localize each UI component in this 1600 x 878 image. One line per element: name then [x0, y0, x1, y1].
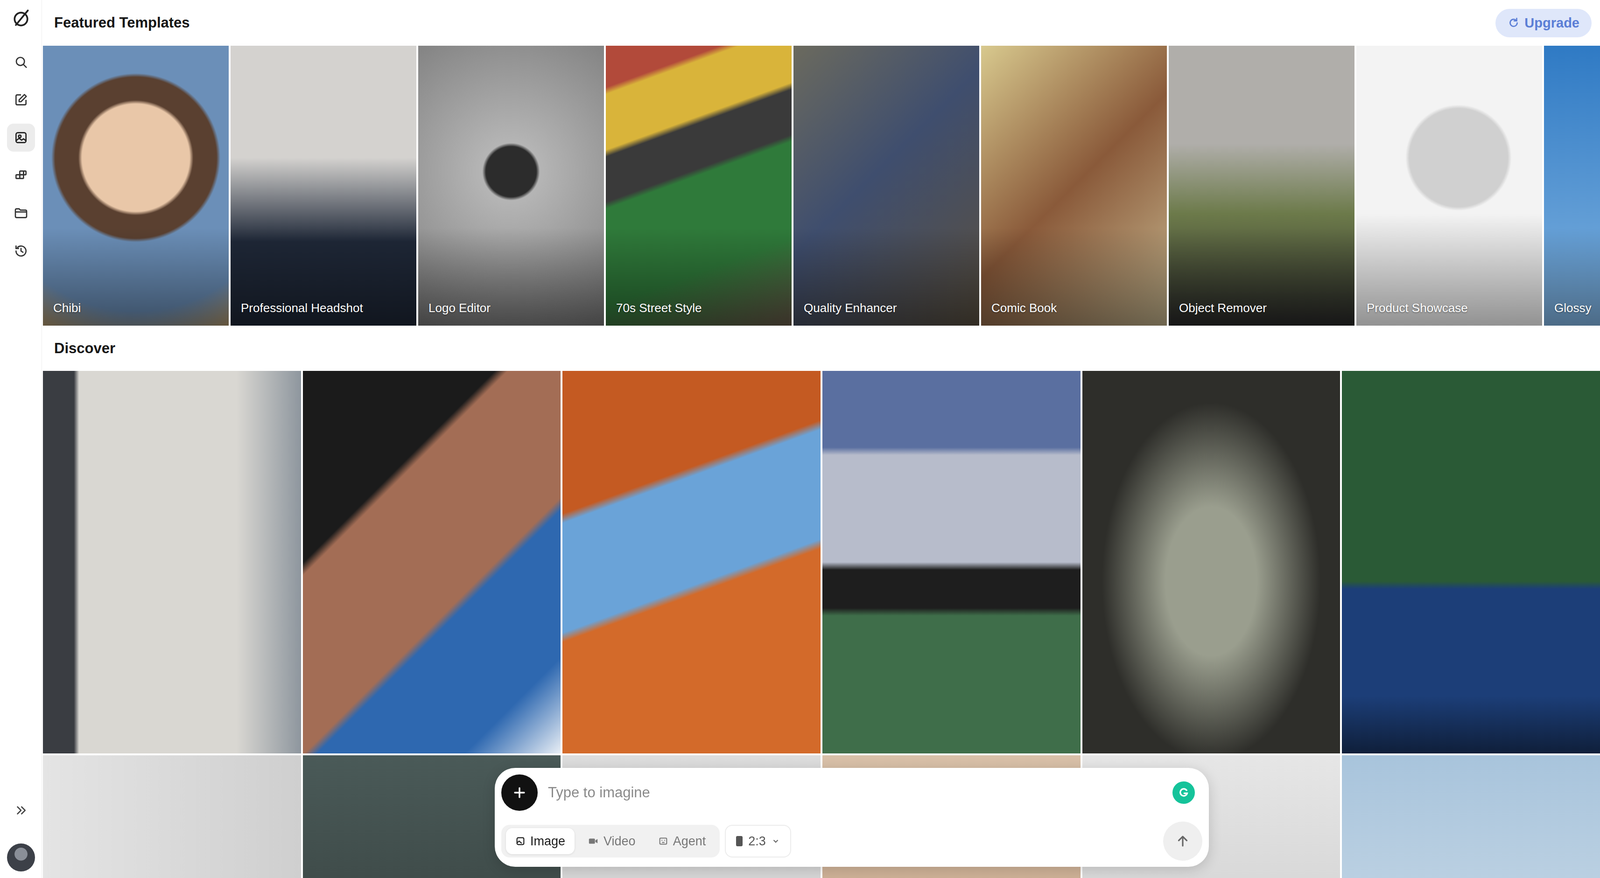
prompt-input[interactable] — [547, 784, 1164, 802]
prompt-bar: Image Video Agent 2:3 — [494, 768, 1209, 868]
mode-tab[interactable]: Video — [578, 828, 646, 855]
image-icon — [515, 836, 526, 847]
sidebar-item[interactable] — [7, 123, 36, 152]
apps-icon — [13, 168, 29, 183]
template-card[interactable]: 70s Street Style — [605, 45, 792, 326]
template-card[interactable]: Glossy — [1543, 45, 1600, 326]
template-label: Product Showcase — [1366, 301, 1468, 316]
template-label: Chibi — [53, 301, 81, 316]
template-card[interactable]: Product Showcase — [1356, 45, 1543, 326]
template-label: Glossy — [1554, 301, 1592, 316]
agent-icon — [658, 836, 669, 847]
send-button[interactable] — [1163, 821, 1203, 862]
plus-icon — [511, 785, 528, 801]
video-icon — [587, 836, 599, 847]
mode-tab[interactable]: Image — [505, 828, 575, 855]
discover-tile[interactable] — [1341, 371, 1600, 754]
template-card[interactable]: Chibi — [42, 45, 229, 326]
edit-icon — [13, 92, 29, 108]
refresh-icon — [1507, 16, 1520, 29]
sidebar-item[interactable] — [7, 85, 36, 114]
discover-header: Discover — [42, 325, 1600, 372]
discover-tile[interactable] — [42, 755, 302, 878]
avatar[interactable] — [7, 843, 36, 872]
template-label: Professional Headshot — [240, 301, 364, 316]
template-label: 70s Street Style — [616, 301, 702, 316]
template-label: Quality Enhancer — [803, 301, 897, 316]
mode-tab[interactable]: Agent — [648, 828, 716, 855]
sidebar-item[interactable] — [7, 161, 36, 190]
discover-tile[interactable] — [302, 371, 562, 754]
add-button[interactable] — [501, 774, 538, 812]
chevron-down-icon — [771, 837, 780, 846]
grammarly-icon[interactable] — [1172, 781, 1195, 805]
sidebar-item[interactable] — [7, 237, 36, 266]
templates-icon — [13, 130, 29, 146]
expand-button[interactable] — [14, 799, 29, 823]
discover-tile[interactable] — [562, 371, 821, 754]
ratio-select[interactable]: 2:3 — [724, 825, 792, 858]
history-icon — [13, 243, 29, 259]
discover-tile[interactable] — [42, 371, 302, 754]
template-label: Comic Book — [991, 301, 1057, 316]
template-card[interactable]: Comic Book — [981, 45, 1167, 326]
template-label: Object Remover — [1178, 301, 1267, 316]
portrait-icon — [736, 836, 743, 847]
template-card[interactable]: Object Remover — [1168, 45, 1355, 326]
section-title: Discover — [54, 340, 116, 358]
chevrons-right-icon — [14, 803, 29, 818]
app: Featured Templates Upgrade Chibi Professi… — [0, 0, 1600, 878]
arrow-up-icon — [1174, 833, 1191, 850]
discover-tile[interactable] — [822, 371, 1081, 754]
discover-tile[interactable] — [1341, 755, 1600, 878]
upgrade-button[interactable]: Upgrade — [1495, 8, 1592, 38]
template-label: Logo Editor — [428, 301, 491, 316]
main: Featured Templates Upgrade Chibi Professi… — [42, 0, 1600, 878]
mode-switch: Image Video Agent — [501, 825, 720, 858]
sidebar — [0, 0, 43, 878]
sidebar-item[interactable] — [7, 48, 36, 77]
templates-row: Chibi Professional Headshot Logo Editor 70s… — [42, 45, 1600, 326]
template-card[interactable]: Professional Headshot — [230, 45, 417, 326]
header: Featured Templates Upgrade — [42, 0, 1600, 46]
template-card[interactable]: Logo Editor — [418, 45, 604, 326]
discover-tile[interactable] — [1082, 371, 1341, 754]
logo-icon[interactable] — [10, 6, 32, 30]
search-icon — [13, 54, 29, 70]
folder-icon — [13, 205, 29, 221]
template-card[interactable]: Quality Enhancer — [793, 45, 980, 326]
sidebar-item[interactable] — [7, 199, 36, 228]
section-title: Featured Templates — [54, 14, 190, 32]
